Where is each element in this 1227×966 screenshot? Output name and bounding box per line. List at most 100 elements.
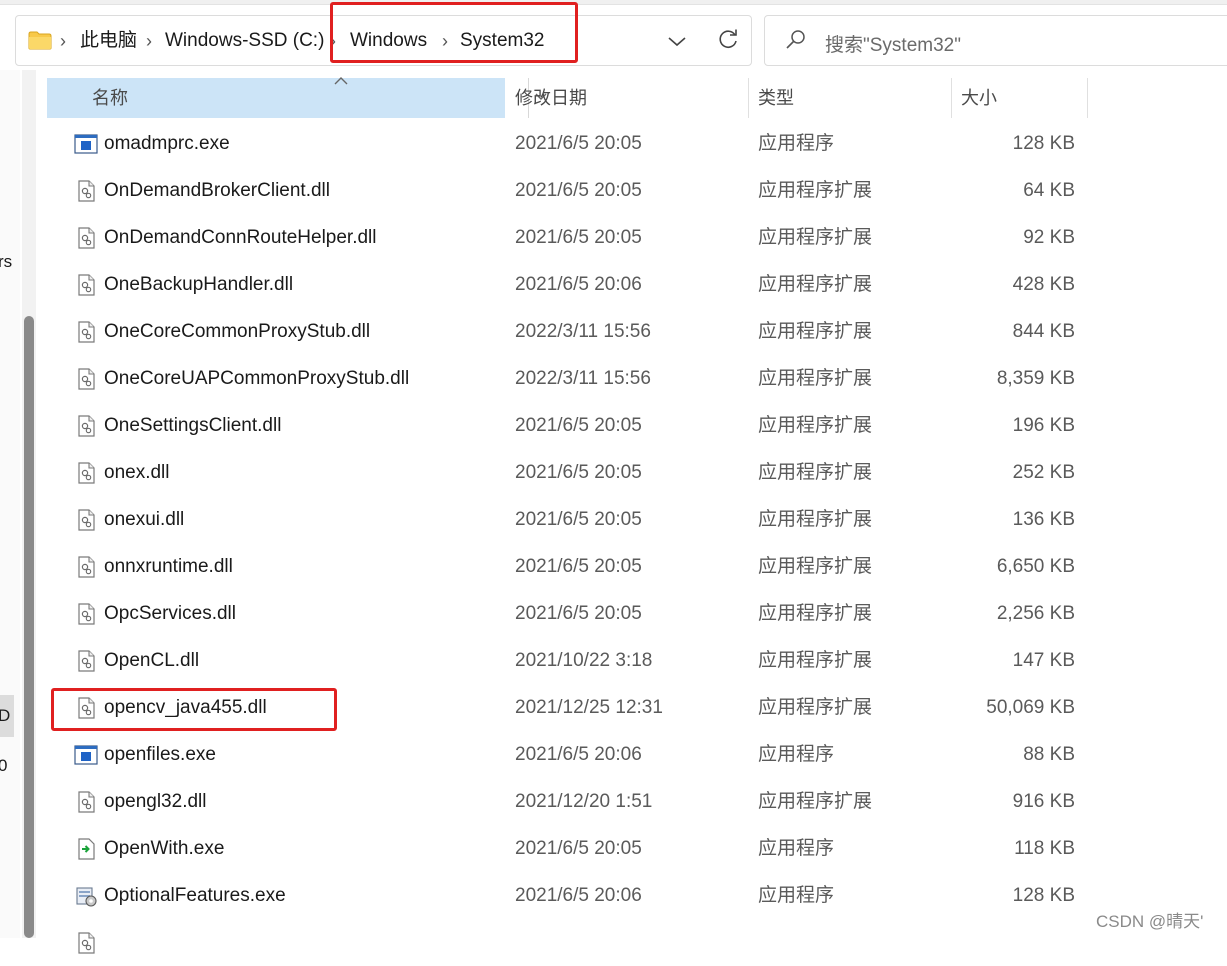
- chevron-down-icon[interactable]: [666, 30, 688, 52]
- watermark: CSDN @晴天': [1096, 912, 1204, 931]
- file-name: OnDemandConnRouteHelper.dll: [104, 227, 377, 248]
- file-size: 2,256 KB: [996, 603, 1075, 624]
- file-row[interactable]: OpenWith.exe 2021/6/5 20:05 应用程序 118 KB: [47, 825, 1087, 872]
- chevron-right-icon[interactable]: ›: [146, 29, 152, 53]
- file-name: OneBackupHandler.dll: [104, 274, 294, 295]
- file-date-modified: 2021/6/5 20:05: [515, 133, 642, 154]
- file-size: 8,359 KB: [996, 368, 1075, 389]
- column-divider[interactable]: [1087, 78, 1088, 118]
- file-type: 应用程序扩展: [758, 603, 873, 624]
- search-icon: [786, 30, 805, 49]
- column-header-date[interactable]: 修改日期: [505, 78, 748, 118]
- file-size: [951, 919, 1075, 966]
- file-type: 应用程序: [758, 133, 835, 154]
- file-name: OneSettingsClient.dll: [104, 415, 282, 436]
- file-size: 64 KB: [1023, 180, 1075, 201]
- file-date-modified: 2021/10/22 3:18: [515, 650, 653, 671]
- file-type: 应用程序扩展: [758, 321, 873, 342]
- column-header-size[interactable]: 大小: [951, 78, 1087, 118]
- file-name: OnDemandBrokerClient.dll: [104, 180, 330, 201]
- search-box[interactable]: 搜索"System32": [764, 15, 1227, 66]
- file-date-modified: 2021/6/5 20:05: [515, 180, 642, 201]
- file-type: 应用程序扩展: [758, 415, 873, 436]
- nav-item-fragment[interactable]: rs: [0, 252, 12, 272]
- file-name: OpenWith.exe: [104, 838, 225, 859]
- file-row[interactable]: OptionalFeatures.exe 2021/6/5 20:06 应用程序 12…: [47, 872, 1087, 919]
- file-row[interactable]: OneBackupHandler.dll 2021/6/5 20:06 应用程序扩展…: [47, 261, 1087, 308]
- dll-icon: [74, 179, 98, 203]
- nav-item-fragment[interactable]: D: [0, 706, 10, 726]
- breadcrumb-drive[interactable]: Windows-SSD (C:): [165, 29, 324, 53]
- chevron-right-icon: ›: [60, 31, 66, 51]
- file-name: OpcServices.dll: [104, 603, 236, 624]
- file-row[interactable]: OpenCL.dll 2021/10/22 3:18 应用程序扩展 147 KB: [47, 637, 1087, 684]
- file-row[interactable]: opengl32.dll 2021/12/20 1:51 应用程序扩展 916 KB: [47, 778, 1087, 825]
- dll-icon: [74, 320, 98, 344]
- file-row[interactable]: OpcServices.dll 2021/6/5 20:05 应用程序扩展 2,256…: [47, 590, 1087, 637]
- file-size: 147 KB: [1012, 650, 1075, 671]
- file-name: OptionalFeatures.exe: [104, 885, 286, 906]
- file-date-modified: 2021/6/5 20:06: [515, 744, 642, 765]
- column-header-name[interactable]: 名称: [47, 77, 547, 118]
- file-date-modified: 2021/6/5 20:05: [515, 556, 642, 577]
- breadcrumb-this-pc[interactable]: 此电脑: [80, 29, 137, 53]
- dll-icon: [74, 508, 98, 532]
- file-type: 应用程序扩展: [758, 462, 873, 483]
- file-date-modified: 2021/6/5 20:05: [515, 509, 642, 530]
- file-date-modified: 2021/6/5 20:06: [515, 885, 642, 906]
- file-row[interactable]: omadmprc.exe 2021/6/5 20:05 应用程序 128 KB: [47, 120, 1087, 167]
- column-header-size-label: 大小: [961, 88, 997, 108]
- file-name: onex.dll: [104, 462, 170, 483]
- nav-item-fragment[interactable]: 0: [0, 756, 7, 776]
- refresh-icon[interactable]: [716, 28, 740, 52]
- file-row[interactable]: OnDemandConnRouteHelper.dll 2021/6/5 20:0…: [47, 214, 1087, 261]
- file-row[interactable]: OneCoreUAPCommonProxyStub.dll 2022/3/11 1…: [47, 355, 1087, 402]
- window-top-edge: [0, 0, 1227, 5]
- file-date-modified: 2022/3/11 15:56: [515, 321, 651, 342]
- file-type: 应用程序扩展: [758, 697, 873, 718]
- dll-icon: [74, 790, 98, 814]
- exe-icon: [74, 743, 98, 767]
- dll-icon: [74, 602, 98, 626]
- file-row[interactable]: onexui.dll 2021/6/5 20:05 应用程序扩展 136 KB: [47, 496, 1087, 543]
- column-header-type-label: 类型: [758, 88, 794, 108]
- file-date-modified: 2021/6/5 20:05: [515, 227, 642, 248]
- column-header-type[interactable]: 类型: [748, 78, 951, 118]
- file-name: openfiles.exe: [104, 744, 216, 765]
- column-header-name-label: 名称: [92, 88, 128, 108]
- file-date-modified: 2021/6/5 20:05: [515, 603, 642, 624]
- dll-icon: [74, 931, 98, 955]
- navigation-pane[interactable]: [0, 70, 20, 938]
- dll-icon: [74, 461, 98, 485]
- file-date-modified: 2021/6/5 20:06: [515, 274, 642, 295]
- file-date-modified: 2021/6/5 20:05: [515, 415, 642, 436]
- file-type: 应用程序扩展: [758, 791, 873, 812]
- file-name: omadmprc.exe: [104, 133, 230, 154]
- search-input[interactable]: 搜索"System32": [825, 30, 961, 57]
- file-size: 92 KB: [1023, 227, 1075, 248]
- file-row[interactable]: onnxruntime.dll 2021/6/5 20:05 应用程序扩展 6,650…: [47, 543, 1087, 590]
- file-type: 应用程序: [758, 744, 835, 765]
- file-name: opengl32.dll: [104, 791, 207, 812]
- file-row[interactable]: onex.dll 2021/6/5 20:05 应用程序扩展 252 KB: [47, 449, 1087, 496]
- file-size: 428 KB: [1012, 274, 1075, 295]
- file-date-modified: 2021/12/25 12:31: [515, 697, 663, 718]
- features-icon: [74, 884, 98, 908]
- nav-scrollbar-thumb[interactable]: [24, 316, 34, 938]
- file-date-modified: 2022/3/11 15:56: [515, 368, 651, 389]
- file-size: 50,069 KB: [986, 697, 1075, 718]
- file-name: OpenCL.dll: [104, 650, 200, 671]
- file-row[interactable]: openfiles.exe 2021/6/5 20:06 应用程序 88 KB: [47, 731, 1087, 778]
- file-date-modified: 2021/6/5 20:05: [515, 838, 642, 859]
- exe-icon: [74, 132, 98, 156]
- folder-icon: [28, 31, 52, 50]
- file-row[interactable]: OneSettingsClient.dll 2021/6/5 20:05 应用程序扩…: [47, 402, 1087, 449]
- file-type: 应用程序: [758, 838, 835, 859]
- file-name: onnxruntime.dll: [104, 556, 233, 577]
- file-row[interactable]: [47, 919, 1087, 966]
- file-date-modified: 2021/6/5 20:05: [515, 462, 642, 483]
- file-type: 应用程序扩展: [758, 556, 873, 577]
- file-row[interactable]: OneCoreCommonProxyStub.dll 2022/3/11 15:5…: [47, 308, 1087, 355]
- file-size: 136 KB: [1012, 509, 1075, 530]
- file-row[interactable]: OnDemandBrokerClient.dll 2021/6/5 20:05 应用…: [47, 167, 1087, 214]
